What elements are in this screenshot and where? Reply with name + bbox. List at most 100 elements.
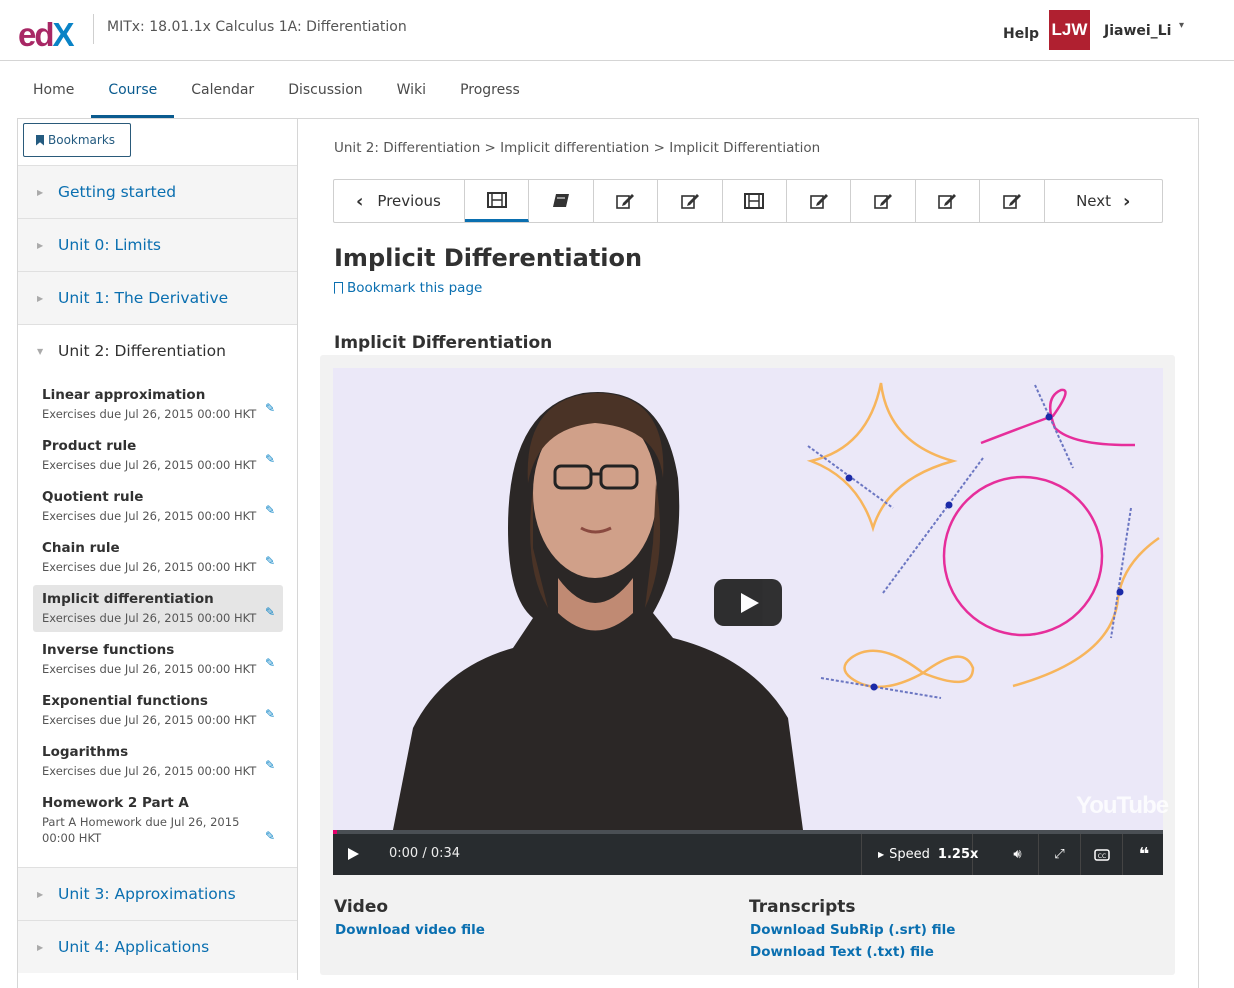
section-title: Quotient rule bbox=[42, 489, 144, 505]
bookmark-icon bbox=[334, 282, 343, 294]
course-title: MITx: 18.01.1x Calculus 1A: Differentiat… bbox=[107, 19, 407, 35]
tab-wiki[interactable]: Wiki bbox=[380, 62, 443, 118]
chapter-unit-4[interactable]: ▶ Unit 4: Applications bbox=[18, 920, 297, 973]
edit-icon: ✎ bbox=[264, 707, 275, 721]
seq-item-problem[interactable] bbox=[658, 180, 723, 222]
edit-icon bbox=[681, 194, 699, 209]
captions-button[interactable]: CC bbox=[1081, 834, 1123, 875]
download-video-link[interactable]: Download video file bbox=[335, 922, 485, 938]
top-header: edX MITx: 18.01.1x Calculus 1A: Differen… bbox=[0, 0, 1234, 61]
seq-item-book[interactable] bbox=[529, 180, 594, 222]
bookmarks-button[interactable]: Bookmarks bbox=[23, 123, 131, 157]
edx-logo[interactable]: edX bbox=[18, 16, 75, 53]
previous-button[interactable]: ‹ Previous bbox=[334, 180, 465, 222]
transcript-button[interactable]: ❝ bbox=[1123, 834, 1165, 875]
chapter-getting-started[interactable]: ▶ Getting started bbox=[18, 165, 297, 218]
progress-fill bbox=[333, 830, 337, 834]
caret-right-icon: ▶ bbox=[37, 240, 44, 250]
caret-down-icon: ▼ bbox=[37, 346, 44, 356]
header-divider bbox=[93, 14, 94, 44]
chapter-label: Unit 3: Approximations bbox=[58, 885, 236, 903]
course-sidebar: Bookmarks ▶ Getting started ▶ Unit 0: Li… bbox=[18, 119, 298, 980]
bookmark-page-link[interactable]: Bookmark this page bbox=[334, 280, 482, 296]
logo-x: X bbox=[52, 16, 75, 53]
chapter-label: Unit 4: Applications bbox=[58, 938, 210, 956]
seq-item-video[interactable] bbox=[723, 180, 787, 222]
section-title: Logarithms bbox=[42, 744, 129, 760]
section-logarithms[interactable]: Logarithms Exercises due Jul 26, 2015 00… bbox=[33, 738, 283, 785]
seq-item-video[interactable] bbox=[465, 180, 530, 222]
caret-right-icon: ▶ bbox=[37, 293, 44, 303]
speed-control[interactable]: ▶ Speed 1.25x bbox=[861, 834, 978, 875]
next-button[interactable]: Next › bbox=[1045, 180, 1162, 222]
chapter-label: Unit 0: Limits bbox=[58, 236, 161, 254]
tab-home[interactable]: Home bbox=[16, 62, 91, 118]
chapter-label: Unit 1: The Derivative bbox=[58, 289, 229, 307]
chapter-label: Unit 2: Differentiation bbox=[58, 342, 226, 360]
section-chain-rule[interactable]: Chain rule Exercises due Jul 26, 2015 00… bbox=[33, 534, 283, 581]
tab-course[interactable]: Course bbox=[91, 62, 175, 118]
tab-progress[interactable]: Progress bbox=[443, 62, 537, 118]
chapter-unit-3[interactable]: ▶ Unit 3: Approximations bbox=[18, 867, 297, 920]
video-icon bbox=[486, 191, 507, 208]
video-downloads-heading: Video bbox=[334, 897, 389, 917]
section-exponential-functions[interactable]: Exponential functions Exercises due Jul … bbox=[33, 687, 283, 734]
volume-button[interactable]: 🔊︎ bbox=[997, 834, 1039, 875]
seq-item-problem[interactable] bbox=[787, 180, 852, 222]
play-button[interactable] bbox=[714, 579, 782, 626]
section-implicit-differentiation[interactable]: Implicit differentiation Exercises due J… bbox=[33, 585, 283, 632]
edit-icon: ✎ bbox=[264, 503, 275, 517]
avatar[interactable]: LJW bbox=[1049, 10, 1090, 50]
cc-icon: CC bbox=[1093, 848, 1110, 861]
section-due: Exercises due Jul 26, 2015 00:00 HKT bbox=[42, 407, 257, 421]
seq-item-problem[interactable] bbox=[594, 180, 659, 222]
section-product-rule[interactable]: Product rule Exercises due Jul 26, 2015 … bbox=[33, 432, 283, 479]
bookmark-icon bbox=[36, 134, 44, 146]
section-title: Exponential functions bbox=[42, 693, 208, 709]
chapter-unit-2[interactable]: ▼ Unit 2: Differentiation bbox=[18, 324, 297, 377]
section-linear-approximation[interactable]: Linear approximation Exercises due Jul 2… bbox=[33, 381, 283, 428]
edit-icon: ✎ bbox=[264, 656, 275, 670]
svg-text:CC: CC bbox=[1097, 853, 1105, 860]
tab-discussion[interactable]: Discussion bbox=[271, 62, 379, 118]
section-title: Chain rule bbox=[42, 540, 120, 556]
edit-icon: ✎ bbox=[264, 554, 275, 568]
section-title: Product rule bbox=[42, 438, 137, 454]
bookmarks-label: Bookmarks bbox=[48, 133, 116, 147]
section-due: Exercises due Jul 26, 2015 00:00 HKT bbox=[42, 713, 257, 727]
edit-icon: ✎ bbox=[264, 452, 275, 466]
tab-calendar[interactable]: Calendar bbox=[174, 62, 271, 118]
caret-right-icon: ▶ bbox=[37, 889, 44, 899]
section-title: Implicit differentiation bbox=[42, 591, 214, 607]
section-title: Homework 2 Part A bbox=[42, 795, 189, 811]
breadcrumb[interactable]: Unit 2: Differentiation > Implicit diffe… bbox=[334, 140, 820, 156]
username-link[interactable]: Jiawei_Li bbox=[1104, 23, 1171, 39]
section-inverse-functions[interactable]: Inverse functions Exercises due Jul 26, … bbox=[33, 636, 283, 683]
seq-item-problem[interactable] bbox=[851, 180, 916, 222]
chapter-unit-1[interactable]: ▶ Unit 1: The Derivative bbox=[18, 271, 297, 324]
chapter-unit-0[interactable]: ▶ Unit 0: Limits bbox=[18, 218, 297, 271]
edit-icon: ✎ bbox=[264, 758, 275, 772]
play-icon[interactable] bbox=[348, 848, 359, 860]
fullscreen-icon: ⤢ bbox=[1054, 847, 1065, 862]
seq-item-problem[interactable] bbox=[916, 180, 981, 222]
youtube-logo[interactable]: YouTube bbox=[1076, 792, 1169, 820]
download-txt-link[interactable]: Download Text (.txt) file bbox=[750, 944, 934, 960]
section-homework-2a[interactable]: Homework 2 Part A Part A Homework due Ju… bbox=[33, 789, 283, 853]
previous-label: Previous bbox=[377, 192, 441, 210]
logo-e: e bbox=[18, 16, 36, 53]
edit-icon: ✎ bbox=[264, 829, 275, 843]
video-time: 0:00 / 0:34 bbox=[389, 846, 461, 861]
edit-icon: ✎ bbox=[264, 605, 275, 619]
caret-down-icon[interactable]: ▾ bbox=[1179, 20, 1184, 31]
help-link[interactable]: Help bbox=[1003, 26, 1039, 42]
section-due: Exercises due Jul 26, 2015 00:00 HKT bbox=[42, 560, 257, 574]
fullscreen-button[interactable]: ⤢ bbox=[1039, 834, 1081, 875]
download-srt-link[interactable]: Download SubRip (.srt) file bbox=[750, 922, 955, 938]
section-title: Linear approximation bbox=[42, 387, 206, 403]
seq-item-problem[interactable] bbox=[980, 180, 1045, 222]
section-quotient-rule[interactable]: Quotient rule Exercises due Jul 26, 2015… bbox=[33, 483, 283, 530]
edit-icon bbox=[938, 194, 957, 209]
caret-right-icon: ▶ bbox=[37, 187, 44, 197]
caret-right-icon: ▶ bbox=[878, 850, 885, 859]
